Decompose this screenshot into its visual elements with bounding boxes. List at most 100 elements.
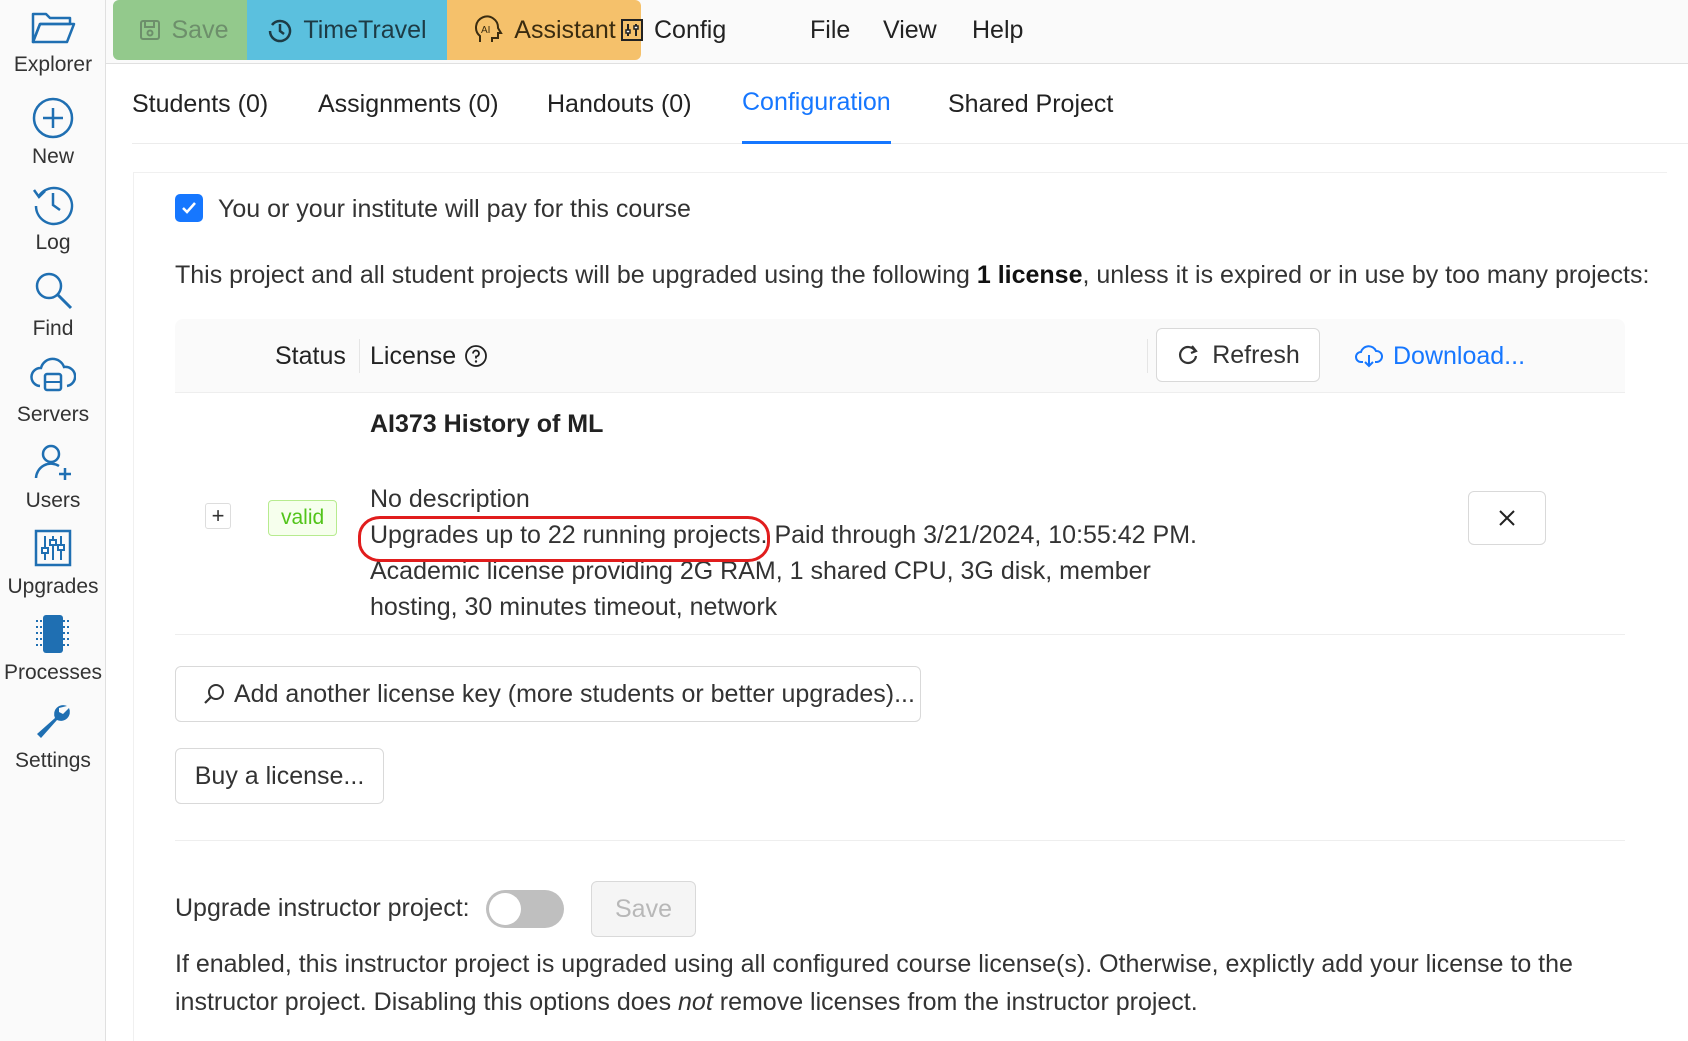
help-circle-icon[interactable] — [464, 344, 488, 368]
tab-handouts[interactable]: Handouts (0) — [547, 64, 692, 144]
assistant-label: Assistant — [514, 15, 616, 44]
ai-head-icon: AI — [475, 15, 504, 42]
sidebar-item-new[interactable]: New — [0, 96, 106, 168]
remove-license-button[interactable] — [1468, 491, 1546, 545]
sidebar-item-label: Settings — [15, 749, 91, 772]
tab-shared-project[interactable]: Shared Project — [948, 64, 1113, 144]
license-column-header: License — [370, 319, 488, 393]
course-tabs: Students (0) Assignments (0) Handouts (0… — [132, 64, 1688, 144]
status-badge: valid — [268, 500, 338, 536]
buy-license-label: Buy a license... — [194, 761, 365, 790]
tab-label: Students (0) — [132, 89, 269, 118]
add-license-key-label: Add another license key (more students o… — [234, 679, 915, 708]
tab-label: Assignments (0) — [318, 89, 499, 118]
sidebar-item-settings[interactable]: Settings — [0, 700, 106, 772]
license-paid-through: Paid through 3/21/2024, 10:55:42 PM. — [774, 521, 1197, 549]
instructor-save-button[interactable]: Save — [591, 881, 696, 937]
timetravel-label: TimeTravel — [303, 15, 427, 44]
status-column-header: Status — [275, 341, 346, 370]
add-license-key-button[interactable]: Add another license key (more students o… — [175, 666, 921, 722]
menu-help-label: Help — [972, 15, 1024, 44]
tab-label: Shared Project — [948, 89, 1114, 118]
history-icon — [269, 19, 292, 43]
users-add-icon — [34, 444, 71, 480]
upgrade-instructor-toggle[interactable] — [486, 890, 564, 928]
download-button[interactable]: Download... — [1355, 338, 1525, 374]
timetravel-button[interactable]: TimeTravel — [247, 0, 447, 60]
save-button[interactable]: Save — [113, 0, 253, 60]
sidebar-item-label: Processes — [3, 661, 103, 684]
tab-configuration[interactable]: Configuration — [742, 64, 891, 144]
cloud-download-icon — [1355, 345, 1383, 368]
tab-label: Configuration — [742, 88, 891, 116]
sidebar-item-explorer[interactable]: Explorer — [0, 8, 106, 76]
toggle-knob — [489, 893, 521, 925]
license-details-line2: hosting, 30 minutes timeout, network — [370, 593, 778, 621]
license-header-label: License — [370, 341, 457, 370]
sidebar-item-servers[interactable]: Servers — [0, 354, 106, 426]
upgrade-suffix: , unless it is expired or in use by too … — [1082, 261, 1650, 289]
chip-icon — [36, 615, 70, 653]
check-icon — [182, 202, 196, 214]
menu-help[interactable]: Help — [972, 0, 1023, 60]
sliders-icon — [34, 529, 72, 567]
tab-students[interactable]: Students (0) — [132, 64, 268, 144]
sidebar-item-upgrades[interactable]: Upgrades — [0, 526, 106, 598]
tab-label: Handouts (0) — [547, 89, 692, 118]
upgrade-prefix: This project and all student projects wi… — [175, 261, 977, 289]
license-description: No description — [370, 485, 530, 513]
sidebar-item-label: Servers — [16, 403, 90, 426]
buy-license-button[interactable]: Buy a license... — [175, 748, 384, 804]
tab-assignments[interactable]: Assignments (0) — [318, 64, 499, 144]
info-emphasis: not — [678, 988, 713, 1016]
folder-open-icon — [31, 12, 76, 44]
menu-config-label: Config — [654, 15, 727, 44]
sidebar-item-label: Explorer — [13, 53, 93, 76]
svg-text:AI: AI — [481, 25, 490, 36]
top-toolbar: Save TimeTravel AI Assistant Config File… — [106, 0, 1688, 64]
row-divider — [175, 634, 1625, 635]
menu-file-label: File — [810, 15, 851, 44]
menu-view[interactable]: View — [883, 0, 937, 60]
license-count: 1 license — [976, 261, 1083, 289]
column-divider — [1147, 339, 1148, 373]
save-icon — [139, 20, 160, 40]
red-highlight-annotation — [358, 516, 770, 562]
menu-config[interactable]: Config — [620, 0, 726, 60]
download-label: Download... — [1393, 341, 1526, 370]
refresh-button[interactable]: Refresh — [1156, 328, 1320, 382]
upgrade-instructor-label: Upgrade instructor project: — [175, 894, 470, 922]
wrench-icon — [37, 705, 70, 738]
save-label: Save — [171, 15, 229, 44]
sidebar-item-label: Find — [32, 317, 74, 340]
search-icon — [35, 272, 73, 310]
sidebar-item-processes[interactable]: Processes — [0, 612, 106, 684]
upgrade-sentence: This project and all student projects wi… — [175, 259, 1649, 291]
sliders-icon — [621, 19, 643, 41]
sidebar-item-log[interactable]: Log — [0, 182, 106, 254]
menu-file[interactable]: File — [810, 0, 850, 60]
section-divider — [175, 840, 1625, 841]
sidebar-item-find[interactable]: Find — [0, 268, 106, 340]
refresh-label: Refresh — [1212, 340, 1300, 369]
search-icon — [204, 684, 224, 704]
pay-label: You or your institute will pay for this … — [218, 195, 691, 223]
pay-checkbox[interactable] — [175, 194, 203, 222]
close-icon — [1499, 510, 1515, 526]
history-icon — [32, 186, 74, 226]
refresh-icon — [1179, 345, 1199, 365]
license-title: AI373 History of ML — [370, 410, 604, 438]
sidebar-item-label: Users — [25, 489, 81, 512]
instructor-upgrade-info: If enabled, this instructor project is u… — [175, 945, 1635, 1021]
sidebar: Explorer New Log Find Servers Users Upgr… — [0, 0, 106, 1041]
assistant-button[interactable]: AI Assistant — [447, 0, 641, 60]
expand-row-button[interactable]: + — [205, 503, 231, 529]
cloud-server-icon — [30, 357, 76, 392]
sidebar-item-label: New — [31, 145, 74, 168]
sidebar-item-label: Upgrades — [7, 575, 99, 598]
info-text: remove licenses from the instructor proj… — [712, 988, 1198, 1016]
sidebar-item-users[interactable]: Users — [0, 440, 106, 512]
sidebar-item-label: Log — [35, 231, 71, 254]
column-divider — [359, 339, 360, 373]
menu-view-label: View — [883, 15, 937, 44]
